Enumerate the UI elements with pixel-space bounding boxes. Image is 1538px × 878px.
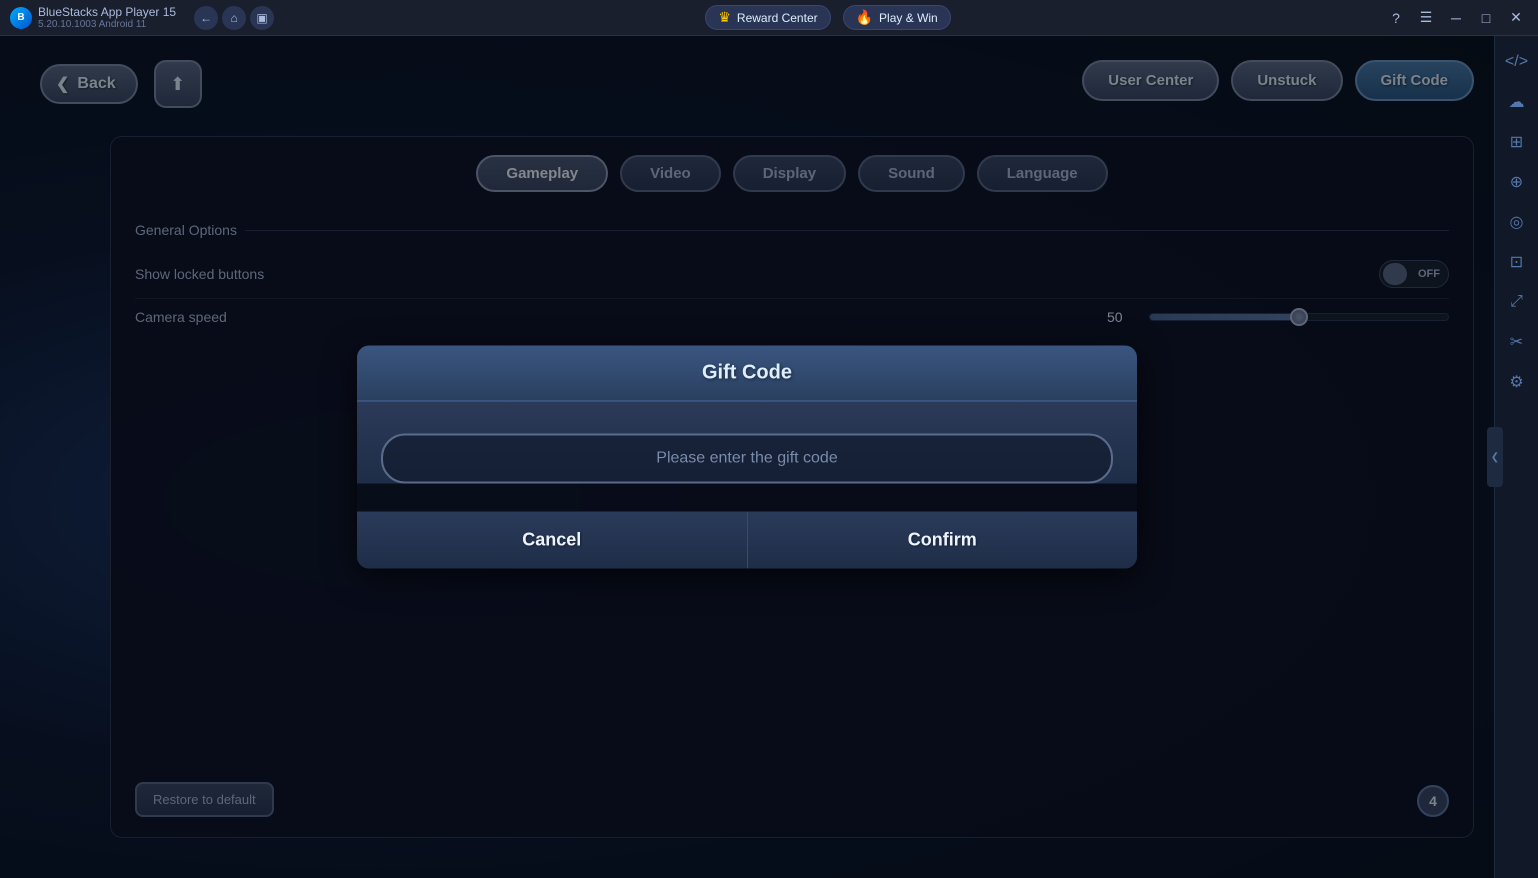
nav-buttons: ← ⌂ ▣	[186, 6, 282, 30]
maximize-button[interactable]: □	[1472, 4, 1500, 32]
nav-home-button[interactable]: ⌂	[222, 6, 246, 30]
play-win-label: Play & Win	[879, 11, 938, 25]
topbar-center: ♛ Reward Center 🔥 Play & Win	[282, 5, 1374, 30]
app-logo: B BlueStacks App Player 15 5.20.10.1003 …	[0, 5, 186, 30]
dialog-body	[357, 402, 1137, 484]
grid-icon: ⊞	[1510, 132, 1523, 152]
sidebar-grid-icon-btn[interactable]: ⊞	[1499, 124, 1535, 160]
dialog-footer: Cancel Confirm	[357, 512, 1137, 569]
code-icon: </>	[1505, 53, 1528, 71]
cancel-label: Cancel	[522, 530, 581, 550]
gift-code-dialog: Gift Code Cancel Confirm	[357, 346, 1137, 569]
sidebar-gear-icon-btn[interactable]: ⚙	[1499, 364, 1535, 400]
close-button[interactable]: ✕	[1502, 4, 1530, 32]
expand2-icon: ⤢	[1510, 293, 1523, 311]
box-icon: ⊡	[1510, 252, 1523, 272]
confirm-button[interactable]: Confirm	[748, 512, 1138, 569]
sidebar-add-icon-btn[interactable]: ⊕	[1499, 164, 1535, 200]
nav-back-button[interactable]: ←	[194, 6, 218, 30]
sidebar-code-icon-btn[interactable]: </>	[1499, 44, 1535, 80]
scissors-icon: ✂	[1510, 332, 1523, 352]
gear-icon: ⚙	[1509, 372, 1523, 392]
sidebar-expand-button[interactable]: ❮	[1487, 427, 1503, 487]
cancel-button[interactable]: Cancel	[357, 512, 748, 569]
cloud-icon: ☁	[1509, 92, 1525, 112]
gift-code-input[interactable]	[381, 434, 1113, 484]
minimize-button[interactable]: ─	[1442, 4, 1470, 32]
sidebar-cut-icon-btn[interactable]: ✂	[1499, 324, 1535, 360]
sidebar-target-icon-btn[interactable]: ◎	[1499, 204, 1535, 240]
right-sidebar: ❮ </> ☁ ⊞ ⊕ ◎ ⊡ ⤢ ✂ ⚙	[1494, 36, 1538, 878]
menu-button[interactable]: ☰	[1412, 4, 1440, 32]
dialog-title: Gift Code	[702, 362, 792, 384]
window-controls: ? ☰ ─ □ ✕	[1374, 4, 1538, 32]
app-subtitle: 5.20.10.1003 Android 11	[38, 19, 176, 30]
crown-icon: ♛	[718, 9, 731, 26]
target-icon: ◎	[1510, 212, 1524, 232]
app-info: BlueStacks App Player 15 5.20.10.1003 An…	[38, 5, 176, 30]
sidebar-box-icon-btn[interactable]: ⊡	[1499, 244, 1535, 280]
play-win-button[interactable]: 🔥 Play & Win	[843, 5, 951, 30]
add-icon: ⊕	[1510, 172, 1523, 192]
confirm-label: Confirm	[908, 530, 977, 550]
flame-icon: 🔥	[856, 9, 873, 26]
sidebar-expand2-icon-btn[interactable]: ⤢	[1499, 284, 1535, 320]
reward-center-button[interactable]: ♛ Reward Center	[705, 5, 830, 30]
bluestacks-icon: B	[10, 7, 32, 29]
app-title: BlueStacks App Player 15	[38, 5, 176, 19]
help-button[interactable]: ?	[1382, 4, 1410, 32]
main-content: ❮ Back ⬆ User Center Unstuck Gift Code G…	[0, 36, 1494, 878]
topbar: B BlueStacks App Player 15 5.20.10.1003 …	[0, 0, 1538, 36]
sidebar-cloud-icon-btn[interactable]: ☁	[1499, 84, 1535, 120]
nav-tab-button[interactable]: ▣	[250, 6, 274, 30]
reward-center-label: Reward Center	[737, 11, 818, 25]
dialog-header: Gift Code	[357, 346, 1137, 402]
